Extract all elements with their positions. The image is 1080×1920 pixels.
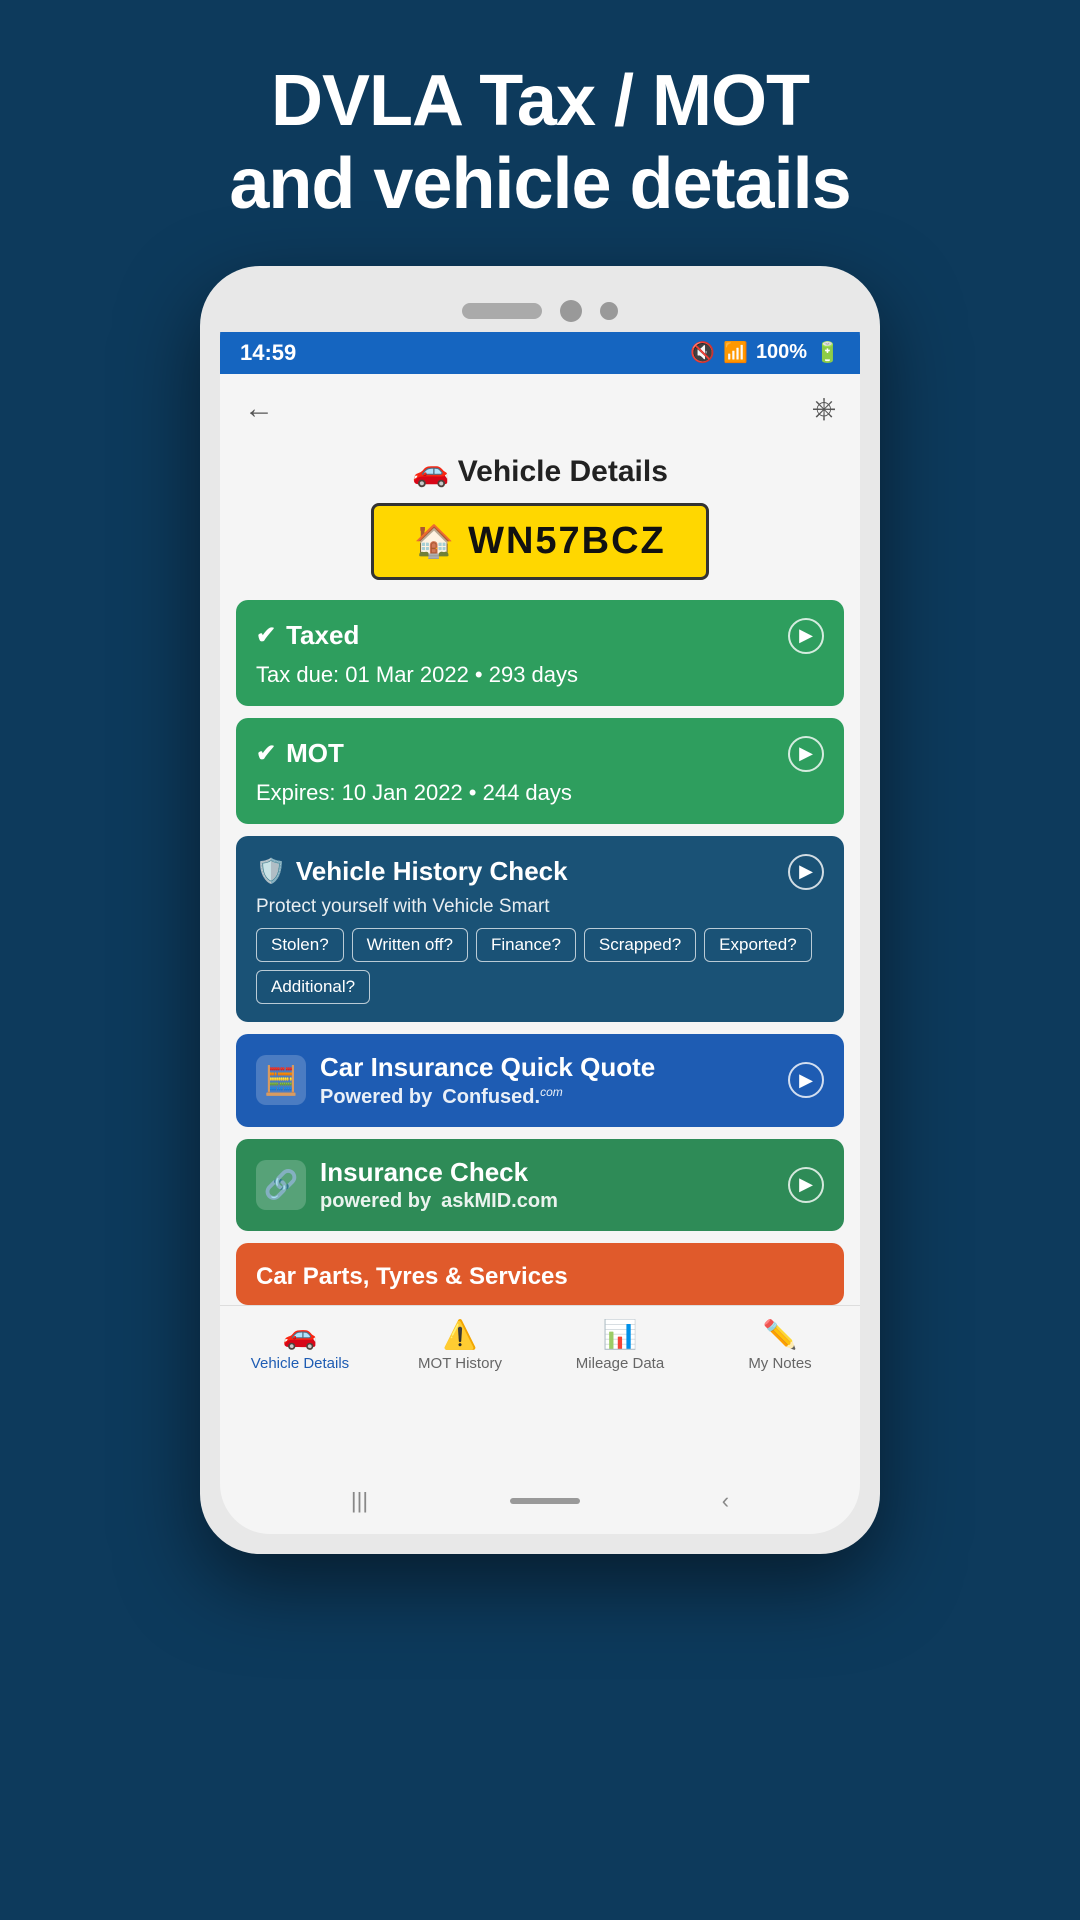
phone-inner: 14:59 🔇 📶 100% 🔋 ← ⎈ 🚗 Vehicle Details 🏠 xyxy=(220,286,860,1534)
insurance-check-card[interactable]: 🔗 Insurance Check powered by askMID.com … xyxy=(236,1139,844,1231)
insurance-check-powered: powered by askMID.com xyxy=(320,1190,558,1213)
share-button[interactable]: ⎈ xyxy=(812,392,836,426)
nav-item-mot-history[interactable]: ⚠️ MOT History xyxy=(390,1318,530,1372)
nav-item-mileage[interactable]: 📊 Mileage Data xyxy=(550,1318,690,1372)
history-check-card[interactable]: 🛡️ Vehicle History Check ▶ Protect yours… xyxy=(236,836,844,1022)
mot-detail: Expires: 10 Jan 2022 • 244 days xyxy=(256,780,824,806)
speaker xyxy=(462,303,542,319)
insurance-check-row: 🔗 Insurance Check powered by askMID.com … xyxy=(256,1157,824,1213)
phone-frame: 14:59 🔇 📶 100% 🔋 ← ⎈ 🚗 Vehicle Details 🏠 xyxy=(200,266,880,1554)
parts-title: Car Parts, Tyres & Services xyxy=(256,1263,568,1290)
history-title: Vehicle History Check xyxy=(296,856,568,887)
plate-icon: 🏠 xyxy=(414,522,456,560)
tag-stolen[interactable]: Stolen? xyxy=(256,928,344,962)
taxed-label: Taxed xyxy=(286,620,359,651)
mot-label: MOT xyxy=(286,738,344,769)
tag-additional[interactable]: Additional? xyxy=(256,970,370,1004)
history-tags: Stolen? Written off? Finance? Scrapped? … xyxy=(256,928,824,1004)
history-subtitle: Protect yourself with Vehicle Smart xyxy=(256,896,824,918)
phone-top-bar xyxy=(220,286,860,332)
gesture-back[interactable]: ||| xyxy=(351,1488,368,1514)
cards-container: ✔ Taxed ▶ Tax due: 01 Mar 2022 • 293 day… xyxy=(220,600,860,1305)
nav-item-notes[interactable]: ✏️ My Notes xyxy=(710,1318,850,1372)
insurance-quote-arrow[interactable]: ▶ xyxy=(788,1062,824,1098)
taxed-arrow[interactable]: ▶ xyxy=(788,618,824,654)
insurance-check-arrow[interactable]: ▶ xyxy=(788,1167,824,1203)
taxed-card-header: ✔ Taxed ▶ xyxy=(256,618,824,654)
app-content: ← ⎈ 🚗 Vehicle Details 🏠 WN57BCZ ✔ xyxy=(220,374,860,1474)
check-icon-taxed: ✔ xyxy=(256,621,276,650)
tag-written-off[interactable]: Written off? xyxy=(352,928,468,962)
gesture-forward[interactable]: ‹ xyxy=(722,1488,729,1514)
mot-card-header: ✔ MOT ▶ xyxy=(256,736,824,772)
insurance-quote-card[interactable]: 🧮 Car Insurance Quick Quote Powered by C… xyxy=(236,1034,844,1127)
back-button[interactable]: ← xyxy=(244,392,274,426)
wifi-icon: 📶 xyxy=(723,340,748,365)
shield-icon: 🛡️ xyxy=(256,857,286,886)
history-card-header: 🛡️ Vehicle History Check ▶ xyxy=(256,854,824,890)
tag-scrapped[interactable]: Scrapped? xyxy=(584,928,696,962)
status-time: 14:59 xyxy=(240,340,296,366)
mot-arrow[interactable]: ▶ xyxy=(788,736,824,772)
insurance-quote-text: Car Insurance Quick Quote Powered by Con… xyxy=(320,1052,655,1109)
top-navigation: ← ⎈ xyxy=(220,374,860,444)
mot-title-row: ✔ MOT xyxy=(256,738,344,769)
nav-mot-label: MOT History xyxy=(418,1355,502,1372)
insurance-quote-powered: Powered by Confused.com xyxy=(320,1085,655,1109)
header-line1: DVLA Tax / MOT xyxy=(229,60,850,143)
tag-exported[interactable]: Exported? xyxy=(704,928,812,962)
page-title: 🚗 Vehicle Details xyxy=(220,444,860,503)
insurance-quote-left: 🧮 Car Insurance Quick Quote Powered by C… xyxy=(256,1052,655,1109)
camera-secondary xyxy=(600,302,618,320)
insurance-check-left: 🔗 Insurance Check powered by askMID.com xyxy=(256,1157,558,1213)
parts-card[interactable]: Car Parts, Tyres & Services xyxy=(236,1243,844,1305)
nav-vehicle-label: Vehicle Details xyxy=(251,1355,349,1372)
nav-notes-icon: ✏️ xyxy=(763,1318,798,1351)
phone-gesture-bar: ||| ‹ xyxy=(220,1474,860,1534)
nav-notes-label: My Notes xyxy=(748,1355,811,1372)
gesture-home[interactable] xyxy=(510,1498,580,1504)
status-icons: 🔇 📶 100% 🔋 xyxy=(690,340,840,365)
mute-icon: 🔇 xyxy=(690,340,715,365)
taxed-title-row: ✔ Taxed xyxy=(256,620,359,651)
link-icon: 🔗 xyxy=(256,1160,306,1210)
taxed-card[interactable]: ✔ Taxed ▶ Tax due: 01 Mar 2022 • 293 day… xyxy=(236,600,844,706)
plate-number: WN57BCZ xyxy=(468,520,666,563)
battery-text: 100% xyxy=(756,341,807,364)
header-line2: and vehicle details xyxy=(229,143,850,226)
insurance-quote-row: 🧮 Car Insurance Quick Quote Powered by C… xyxy=(256,1052,824,1109)
insurance-check-text: Insurance Check powered by askMID.com xyxy=(320,1157,558,1213)
bottom-navigation: 🚗 Vehicle Details ⚠️ MOT History 📊 Milea… xyxy=(220,1305,860,1380)
nav-mileage-icon: 📊 xyxy=(603,1318,638,1351)
nav-mileage-label: Mileage Data xyxy=(576,1355,664,1372)
nav-vehicle-icon: 🚗 xyxy=(283,1318,318,1351)
nav-mot-icon: ⚠️ xyxy=(443,1318,478,1351)
page-header: DVLA Tax / MOT and vehicle details xyxy=(149,0,930,266)
calculator-icon: 🧮 xyxy=(256,1055,306,1105)
license-plate: 🏠 WN57BCZ xyxy=(371,503,709,580)
plate-container: 🏠 WN57BCZ xyxy=(220,503,860,600)
status-bar: 14:59 🔇 📶 100% 🔋 xyxy=(220,332,860,374)
insurance-check-title: Insurance Check xyxy=(320,1157,558,1188)
taxed-detail: Tax due: 01 Mar 2022 • 293 days xyxy=(256,662,824,688)
history-arrow[interactable]: ▶ xyxy=(788,854,824,890)
camera-main xyxy=(560,300,582,322)
mot-card[interactable]: ✔ MOT ▶ Expires: 10 Jan 2022 • 244 days xyxy=(236,718,844,824)
nav-item-vehicle-details[interactable]: 🚗 Vehicle Details xyxy=(230,1318,370,1372)
insurance-quote-title: Car Insurance Quick Quote xyxy=(320,1052,655,1083)
history-title-row: 🛡️ Vehicle History Check xyxy=(256,856,568,887)
check-icon-mot: ✔ xyxy=(256,739,276,768)
tag-finance[interactable]: Finance? xyxy=(476,928,576,962)
battery-icon: 🔋 xyxy=(815,340,840,365)
